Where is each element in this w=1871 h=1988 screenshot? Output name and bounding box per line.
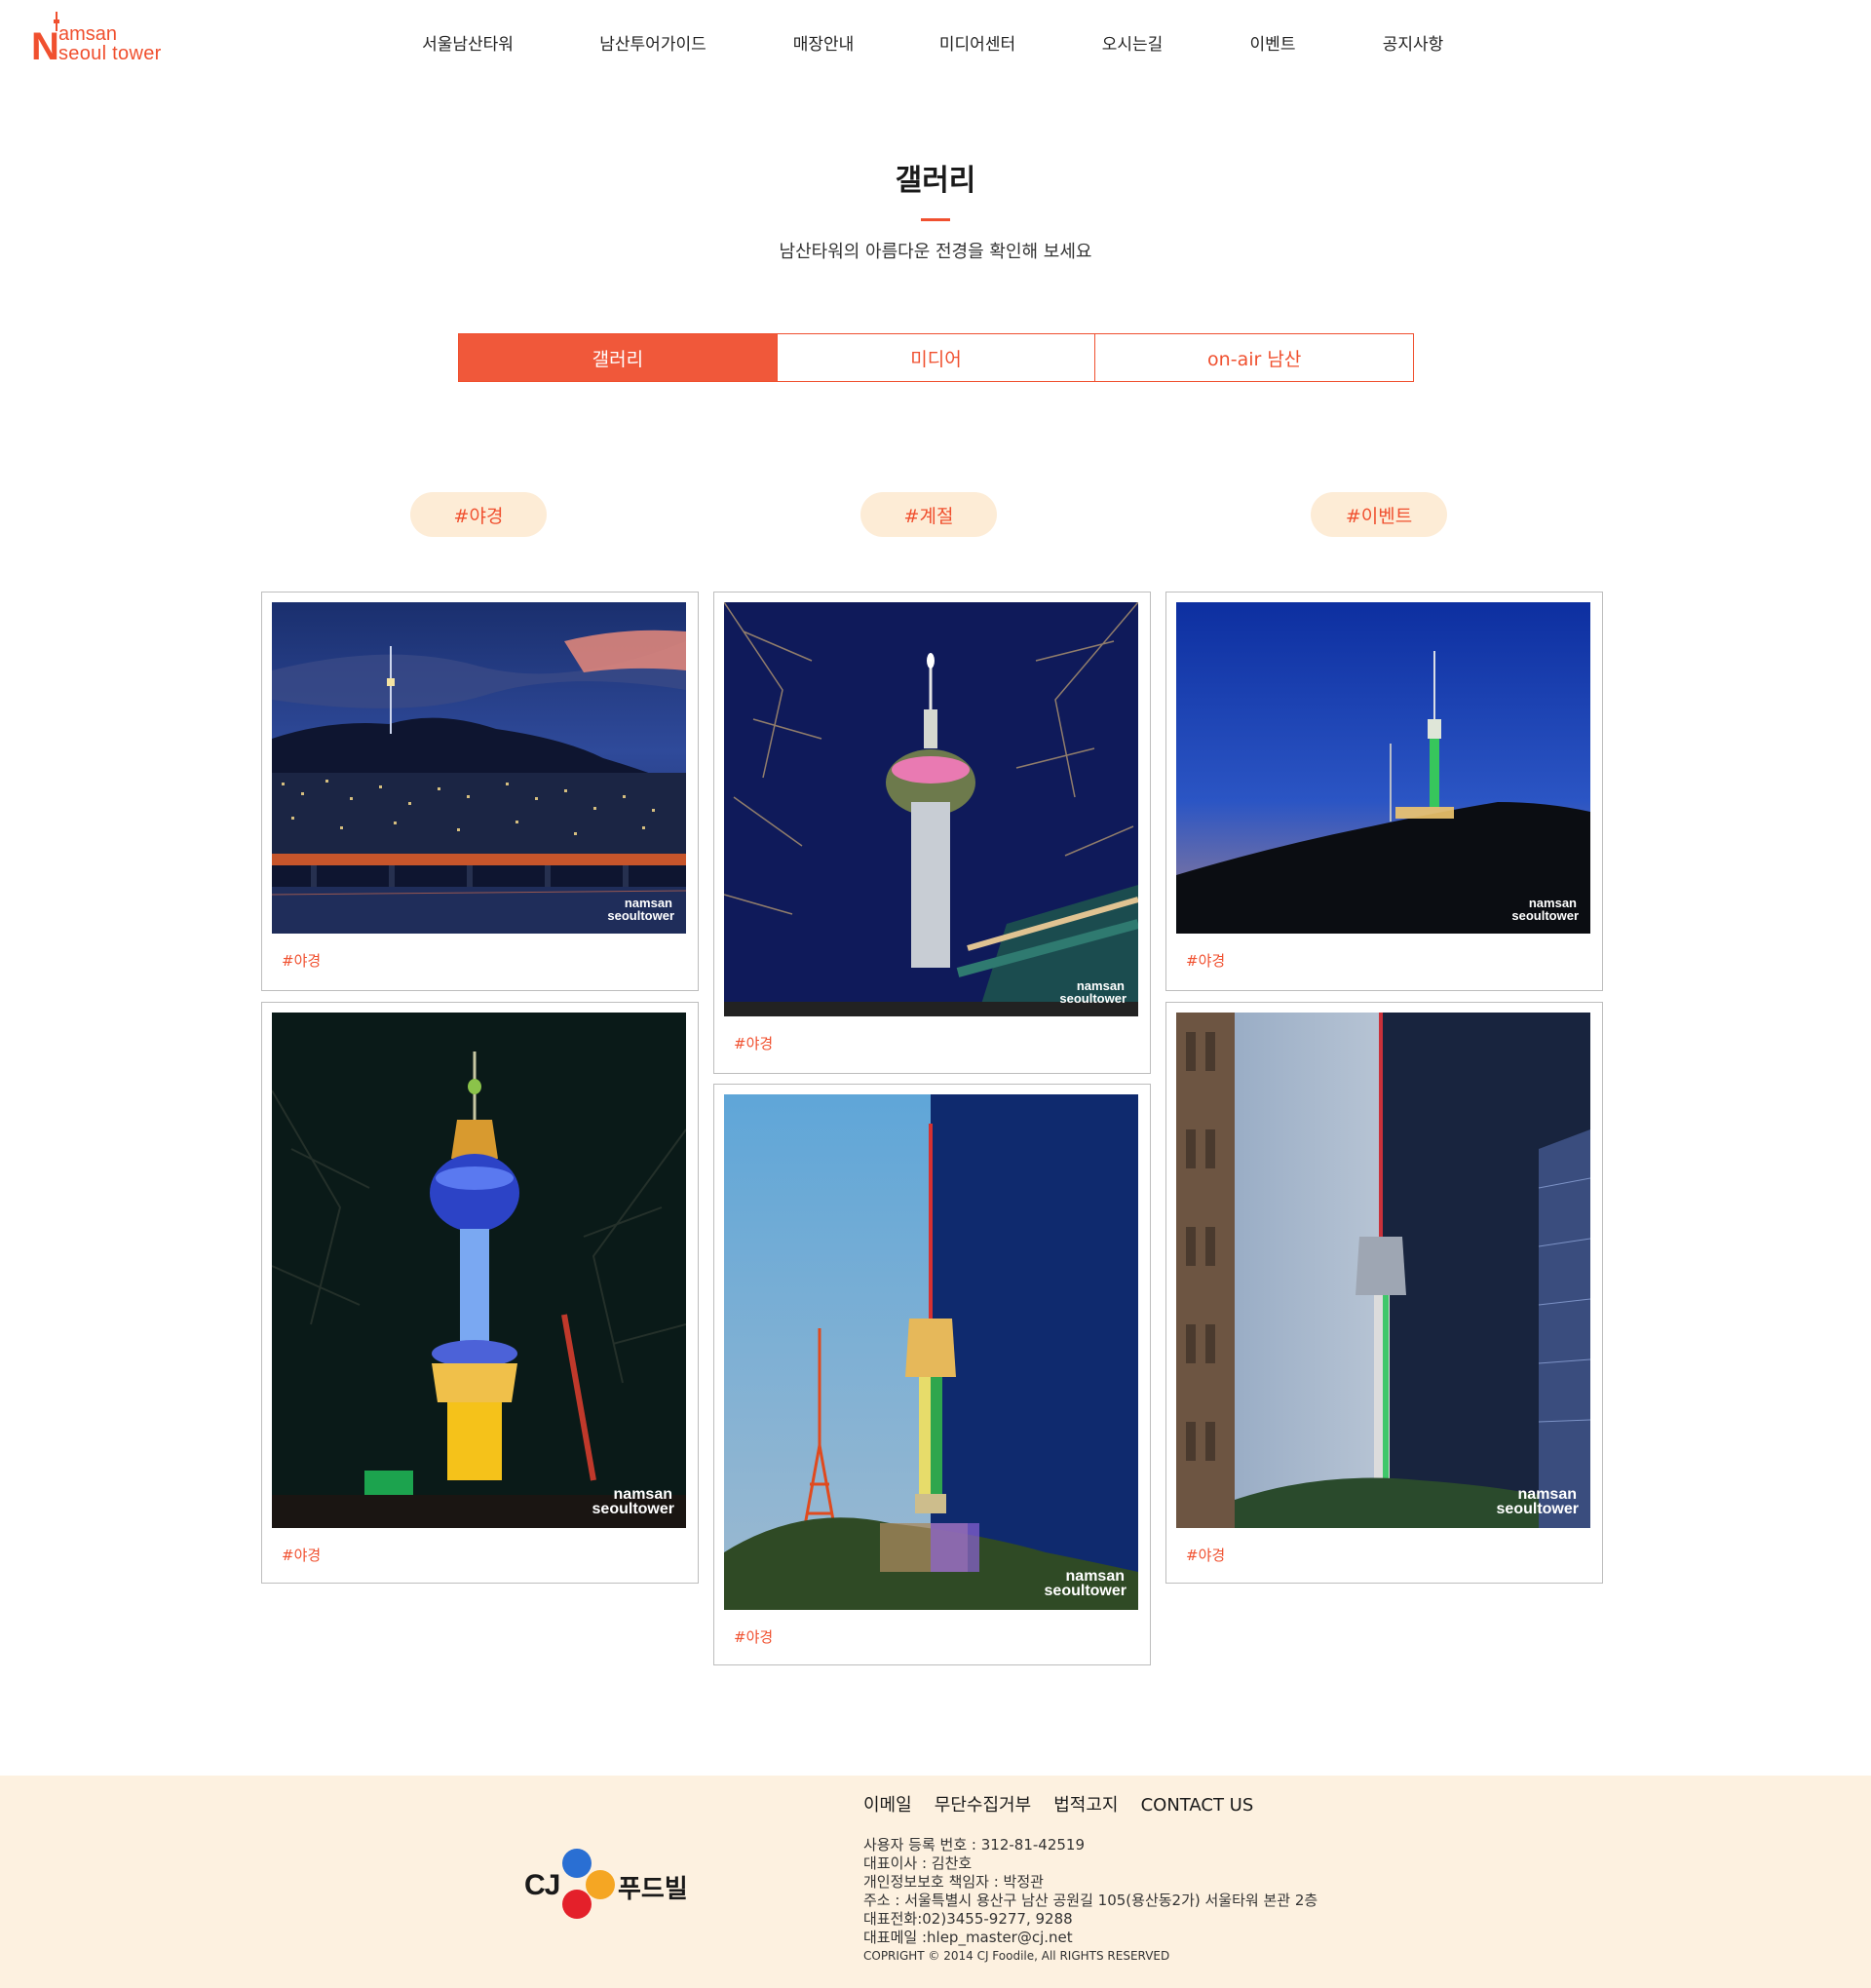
photo-watermark: namsan seoultower bbox=[1044, 1568, 1126, 1599]
photo-hashtag[interactable]: #야경 bbox=[282, 1546, 321, 1565]
gallery-card[interactable]: namsan seoultower #야경 bbox=[713, 592, 1151, 1074]
nav-item-notice[interactable]: 공지사항 bbox=[1383, 33, 1444, 57]
gallery-photo[interactable]: namsan seoultower bbox=[724, 1094, 1138, 1610]
river-bridge-night-photo bbox=[272, 602, 686, 934]
nav-item-media-center[interactable]: 미디어센터 bbox=[939, 33, 1015, 57]
photo-hashtag[interactable]: #야경 bbox=[734, 1034, 773, 1053]
email: 대표메일 :hlep_master@cj.net bbox=[863, 1929, 1073, 1946]
tab-gallery[interactable]: 갤러리 bbox=[459, 334, 777, 381]
phone: 대표전화:02)3455-9277, 9288 bbox=[863, 1910, 1073, 1928]
company-info: 사용자 등록 번호 : 312-81-42519 대표이사 : 김찬호 개인정보… bbox=[863, 1836, 1317, 1966]
hashtag-event-button[interactable]: #이벤트 bbox=[1311, 492, 1447, 537]
nav-item-directions[interactable]: 오시는길 bbox=[1102, 33, 1164, 57]
footer-links: 이메일 무단수집거부 법적고지 CONTACT US bbox=[863, 1791, 1271, 1820]
gallery-photo[interactable]: namsan seoultower bbox=[272, 1013, 686, 1528]
site-header: N amsan seoul tower 서울남산타워 남산투어가이드 매장안내 … bbox=[0, 0, 1871, 90]
gallery-card[interactable]: namsan seoultower #야경 bbox=[1165, 1002, 1603, 1584]
hashtag-night-view-button[interactable]: #야경 bbox=[410, 492, 547, 537]
photo-hashtag[interactable]: #야경 bbox=[282, 951, 321, 971]
photo-hashtag[interactable]: #야경 bbox=[1186, 1546, 1225, 1565]
footer-link-email[interactable]: 이메일 bbox=[863, 1795, 912, 1816]
footer-link-no-collection[interactable]: 무단수집거부 bbox=[935, 1795, 1031, 1816]
gallery-photo[interactable]: namsan seoultower bbox=[724, 602, 1138, 1016]
tower-day-night-split-photo bbox=[724, 1094, 1138, 1610]
copyright: COPRIGHT © 2014 CJ Foodile, All RIGHTS R… bbox=[863, 1949, 1170, 1963]
gallery-card[interactable]: namsan seoultower #야경 bbox=[261, 1002, 699, 1584]
photo-watermark: namsan seoultower bbox=[1059, 978, 1126, 1006]
tower-blue-yellow-night-photo bbox=[272, 1013, 686, 1528]
gallery-photo[interactable]: namsan seoultower bbox=[272, 602, 686, 934]
nav-item-tour-guide[interactable]: 남산투어가이드 bbox=[599, 33, 706, 57]
photo-watermark: namsan seoultower bbox=[1511, 896, 1579, 923]
tower-between-buildings-photo bbox=[1176, 1013, 1590, 1528]
nav-item-store-info[interactable]: 매장안내 bbox=[793, 33, 855, 57]
photo-watermark: namsan seoultower bbox=[1496, 1486, 1579, 1517]
privacy-officer: 개인정보보호 책임자 : 박정관 bbox=[863, 1873, 1044, 1891]
site-footer: CJ 푸드빌 이메일 무단수집거부 법적고지 CONTACT US 사용자 등록… bbox=[0, 1776, 1871, 1988]
footer-link-legal[interactable]: 법적고지 bbox=[1053, 1795, 1118, 1816]
tab-media[interactable]: 미디어 bbox=[776, 334, 1095, 381]
gallery-tabs: 갤러리 미디어 on-air 남산 bbox=[458, 333, 1414, 382]
photo-watermark: namsan seoultower bbox=[592, 1486, 674, 1517]
cj-foodville-logo: CJ 푸드빌 bbox=[524, 1844, 700, 1926]
tower-trees-night-photo bbox=[724, 602, 1138, 1016]
tower-green-blue-hour-photo bbox=[1176, 602, 1590, 934]
foodville-wordmark: 푸드빌 bbox=[618, 1875, 688, 1904]
photo-watermark: namsan seoultower bbox=[607, 896, 674, 923]
footer-link-contact[interactable]: CONTACT US bbox=[1141, 1795, 1254, 1816]
gallery-card[interactable]: namsan seoultower #야경 bbox=[713, 1084, 1151, 1665]
page-title: 갤러리 bbox=[895, 164, 976, 198]
nav-item-seoul-namsan-tower[interactable]: 서울남산타워 bbox=[422, 33, 514, 57]
gallery-photo[interactable]: namsan seoultower bbox=[1176, 602, 1590, 934]
ceo-name: 대표이사 : 김찬호 bbox=[863, 1854, 973, 1872]
nav-item-event[interactable]: 이벤트 bbox=[1250, 33, 1296, 57]
cj-wordmark: CJ bbox=[524, 1869, 560, 1901]
tab-on-air-namsan[interactable]: on-air 남산 bbox=[1094, 334, 1414, 381]
gallery-card[interactable]: namsan seoultower #야경 bbox=[1165, 592, 1603, 991]
main-nav: 서울남산타워 남산투어가이드 매장안내 미디어센터 오시는길 이벤트 공지사항 bbox=[0, 33, 1871, 57]
photo-hashtag[interactable]: #야경 bbox=[1186, 951, 1225, 971]
gallery-card[interactable]: namsan seoultower #야경 bbox=[261, 592, 699, 991]
hashtag-season-button[interactable]: #계절 bbox=[860, 492, 997, 537]
address: 주소 : 서울특별시 용산구 남산 공원길 105(용산동2가) 서울타워 본관… bbox=[863, 1892, 1318, 1909]
page-subtitle: 남산타워의 아름다운 전경을 확인해 보세요 bbox=[779, 242, 1092, 262]
photo-hashtag[interactable]: #야경 bbox=[734, 1627, 773, 1647]
business-registration: 사용자 등록 번호 : 312-81-42519 bbox=[863, 1836, 1085, 1854]
gallery-photo[interactable]: namsan seoultower bbox=[1176, 1013, 1590, 1528]
title-divider bbox=[921, 218, 950, 221]
